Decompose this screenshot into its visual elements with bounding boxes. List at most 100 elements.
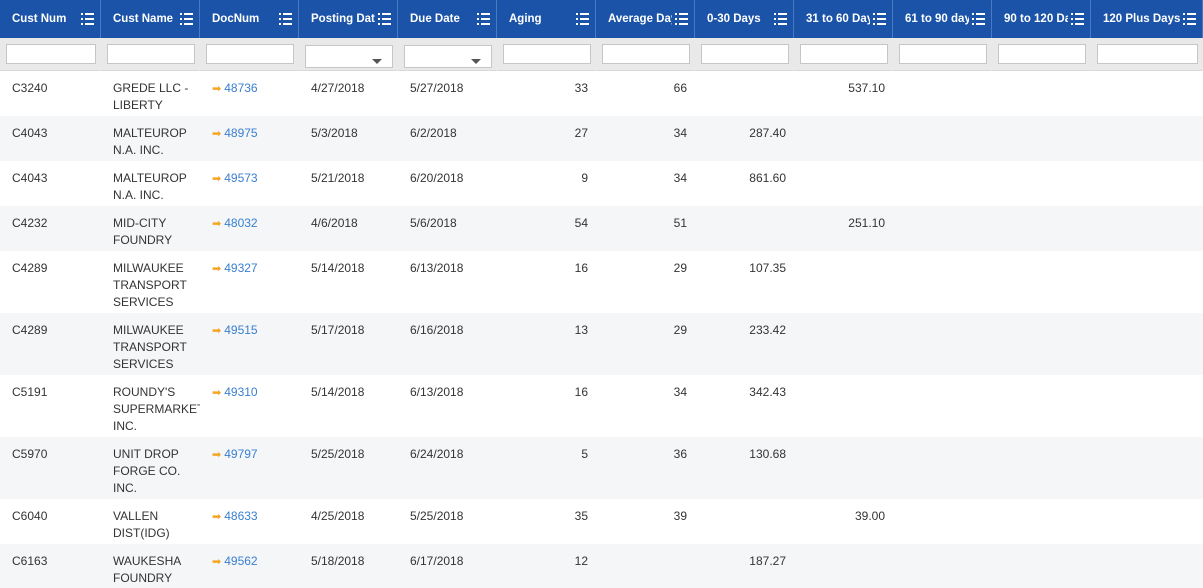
column-header-cust_name[interactable]: Cust Name bbox=[101, 0, 200, 38]
table-row[interactable]: C3240 GREDE LLC - LIBERTY ➡ 48736 4/27/2018 5… bbox=[0, 71, 1203, 116]
list-menu-icon[interactable] bbox=[576, 13, 589, 25]
column-header-label: 31 to 60 Days bbox=[806, 13, 870, 25]
cell-doc_num: ➡ 49310 bbox=[200, 375, 299, 437]
cell-d61_90 bbox=[893, 251, 992, 313]
cell-d90_120 bbox=[992, 206, 1091, 251]
doc-link[interactable]: ➡ 49797 bbox=[212, 447, 258, 461]
cell-d0_30 bbox=[695, 499, 794, 544]
filter-input-d0_30[interactable] bbox=[701, 44, 789, 64]
arrow-right-icon: ➡ bbox=[212, 556, 222, 568]
filter-input-doc_num[interactable] bbox=[206, 44, 294, 64]
cell-d90_120 bbox=[992, 499, 1091, 544]
cell-d90_120 bbox=[992, 251, 1091, 313]
cell-d61_90 bbox=[893, 375, 992, 437]
list-menu-icon[interactable] bbox=[1071, 13, 1084, 25]
column-header-d61_90[interactable]: 61 to 90 days bbox=[893, 0, 992, 38]
cell-cust_name: MILWAUKEE TRANSPORT SERVICES bbox=[113, 261, 187, 309]
filter-select-posting_date[interactable] bbox=[305, 45, 393, 68]
filter-cell-d120p bbox=[1091, 38, 1203, 71]
column-header-d120p[interactable]: 120 Plus Days bbox=[1091, 0, 1203, 38]
column-header-cust_num[interactable]: Cust Num bbox=[0, 0, 101, 38]
filter-input-d31_60[interactable] bbox=[800, 44, 888, 64]
cell-aging: 16 bbox=[574, 261, 588, 275]
doc-number: 48633 bbox=[224, 509, 258, 523]
table-row[interactable]: C4043 MALTEUROP N.A. INC. ➡ 49573 5/21/2018 6… bbox=[0, 161, 1203, 206]
cell-d90_120 bbox=[992, 437, 1091, 499]
table-row[interactable]: C6040 VALLEN DIST(IDG) ➡ 48633 4/25/2018 5/25… bbox=[0, 499, 1203, 544]
column-header-d0_30[interactable]: 0-30 Days bbox=[695, 0, 794, 38]
list-menu-icon[interactable] bbox=[1183, 13, 1196, 25]
table-row[interactable]: C6163 WAUKESHA FOUNDRY INC. ➡49562 5/18/201… bbox=[0, 544, 1203, 588]
doc-link[interactable]: ➡ 49327 bbox=[212, 261, 258, 275]
column-header-doc_num[interactable]: DocNum bbox=[200, 0, 299, 38]
table-row[interactable]: C5191 ROUNDY'S SUPERMARKETS INC. ➡49310 5/1… bbox=[0, 375, 1203, 437]
cell-cust_num: C3240 bbox=[12, 81, 48, 95]
cell-posting_date: 5/14/2018 bbox=[311, 261, 365, 275]
cell-doc_num: ➡ 48975 bbox=[200, 116, 299, 161]
filter-cell-due_date bbox=[398, 38, 497, 71]
table-row[interactable]: C4289 MILWAUKEE TRANSPORT SERVICES ➡ 49327 5… bbox=[0, 251, 1203, 313]
cell-aging: 54 bbox=[574, 216, 588, 230]
filter-input-d61_90[interactable] bbox=[899, 44, 987, 64]
list-menu-icon[interactable] bbox=[81, 13, 94, 25]
cell-doc_num: ➡ 48736 bbox=[200, 71, 299, 116]
doc-number: 48032 bbox=[224, 216, 258, 230]
column-header-due_date[interactable]: Due Date bbox=[398, 0, 497, 38]
table-row[interactable]: C4232 MID-CITY FOUNDRY ➡ 48032 4/6/2018 5/6/2… bbox=[0, 206, 1203, 251]
doc-link[interactable]: ➡ 48736 bbox=[212, 81, 258, 95]
doc-link[interactable]: ➡ 48975 bbox=[212, 126, 258, 140]
cell-aging: 13 bbox=[574, 323, 588, 337]
cell-avg_days: 34 bbox=[673, 385, 687, 399]
filter-input-aging[interactable] bbox=[503, 44, 591, 64]
table-row[interactable]: C4043 MALTEUROP N.A. INC. ➡ 48975 5/3/2018 6/… bbox=[0, 116, 1203, 161]
column-header-label: Due Date bbox=[410, 13, 460, 25]
arrow-right-icon: ➡ bbox=[212, 449, 222, 461]
column-header-d90_120[interactable]: 90 to 120 Days bbox=[992, 0, 1091, 38]
cell-cust_num: C4289 bbox=[12, 261, 48, 275]
cell-d31_60 bbox=[794, 437, 893, 499]
column-header-d31_60[interactable]: 31 to 60 Days bbox=[794, 0, 893, 38]
column-header-avg_days[interactable]: Average Days to P bbox=[596, 0, 695, 38]
column-header-label: Aging bbox=[509, 13, 542, 25]
cell-posting_date: 5/25/2018 bbox=[311, 447, 365, 461]
cell-due_date: 5/6/2018 bbox=[410, 216, 457, 230]
column-header-posting_date[interactable]: Posting Date bbox=[299, 0, 398, 38]
doc-link[interactable]: ➡ 49515 bbox=[212, 323, 258, 337]
list-menu-icon[interactable] bbox=[378, 13, 391, 25]
doc-number: 48736 bbox=[224, 81, 258, 95]
column-header-aging[interactable]: Aging bbox=[497, 0, 596, 38]
list-menu-icon[interactable] bbox=[675, 13, 688, 25]
filter-input-cust_num[interactable] bbox=[6, 44, 96, 64]
filter-input-avg_days[interactable] bbox=[602, 44, 690, 64]
arrow-right-icon: ➡ bbox=[212, 325, 222, 337]
filter-input-cust_name[interactable] bbox=[107, 44, 195, 64]
table-row[interactable]: C4289 MILWAUKEE TRANSPORT SERVICES ➡ 49515 5… bbox=[0, 313, 1203, 375]
cell-avg_days bbox=[596, 544, 695, 588]
column-header-label: Average Days to P bbox=[608, 13, 672, 25]
doc-link[interactable]: ➡ 49310 bbox=[212, 385, 258, 399]
list-menu-icon[interactable] bbox=[972, 13, 985, 25]
cell-doc_num: ➡ 49515 bbox=[200, 313, 299, 375]
cell-aging: 5 bbox=[581, 447, 588, 461]
caret-down-icon bbox=[372, 59, 382, 64]
doc-link[interactable]: ➡ 49573 bbox=[212, 171, 258, 185]
cell-cust_name: UNIT DROP FORGE CO. INC. bbox=[113, 447, 181, 495]
doc-link[interactable]: ➡ 49562 bbox=[212, 554, 258, 568]
column-header-label: 61 to 90 days bbox=[905, 13, 969, 25]
filter-select-due_date[interactable] bbox=[404, 45, 492, 68]
cell-d120p bbox=[1091, 206, 1203, 251]
doc-number: 49562 bbox=[224, 554, 258, 568]
cell-aging: 12 bbox=[574, 554, 588, 568]
cell-d0_30 bbox=[695, 71, 794, 116]
list-menu-icon[interactable] bbox=[180, 13, 193, 25]
list-menu-icon[interactable] bbox=[873, 13, 886, 25]
table-row[interactable]: C5970 UNIT DROP FORGE CO. INC. ➡ 49797 5/25/… bbox=[0, 437, 1203, 499]
list-menu-icon[interactable] bbox=[279, 13, 292, 25]
filter-input-d120p[interactable] bbox=[1097, 44, 1198, 64]
cell-d31_60: 39.00 bbox=[854, 509, 885, 523]
list-menu-icon[interactable] bbox=[774, 13, 787, 25]
list-menu-icon[interactable] bbox=[477, 13, 490, 25]
doc-link[interactable]: ➡ 48633 bbox=[212, 509, 258, 523]
filter-input-d90_120[interactable] bbox=[998, 44, 1086, 64]
doc-link[interactable]: ➡ 48032 bbox=[212, 216, 258, 230]
